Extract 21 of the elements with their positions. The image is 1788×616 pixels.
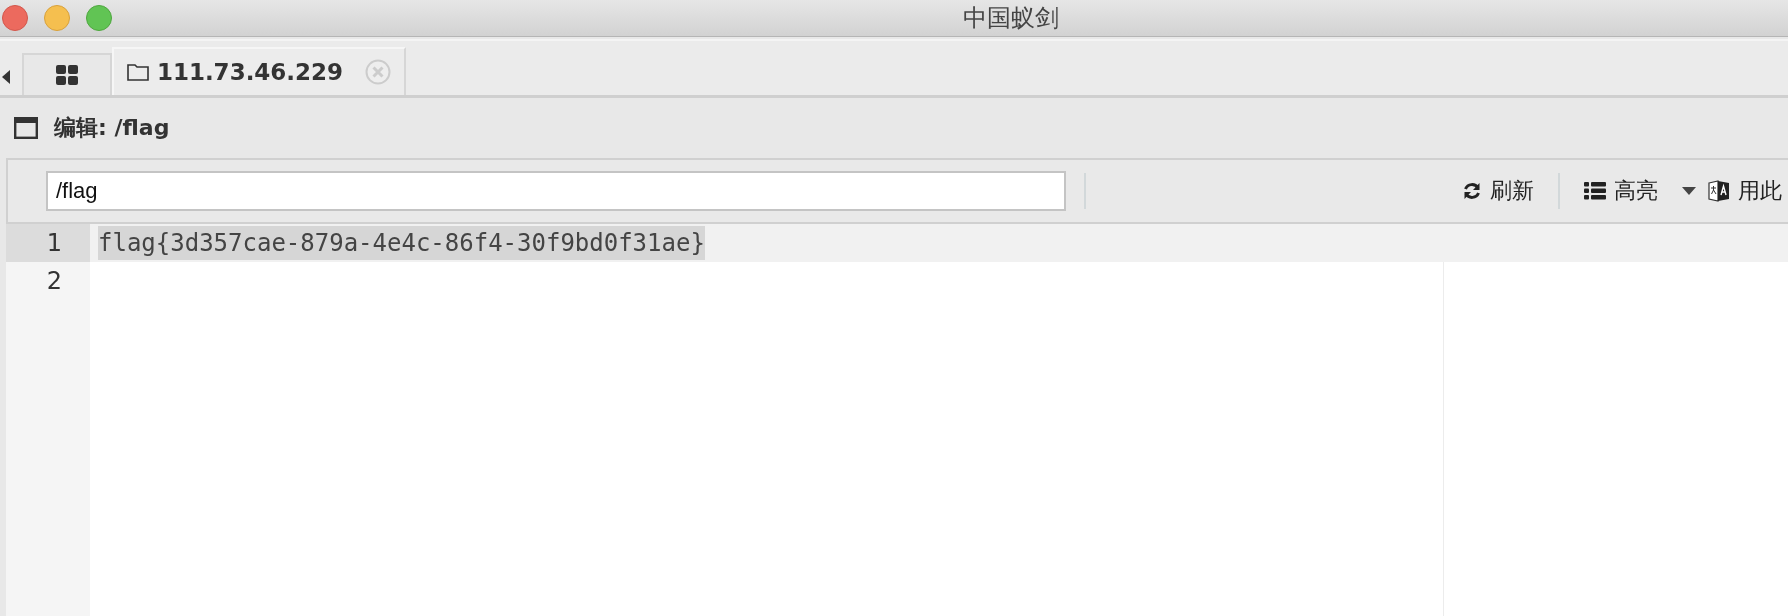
caret-icon [1682, 187, 1696, 195]
encoding-button[interactable]: 用此 [1702, 176, 1788, 206]
folder-icon [126, 63, 149, 81]
panel-title: 编辑: /flag [54, 114, 170, 142]
tab[interactable] [22, 53, 112, 95]
refresh-button[interactable]: 刷新 [1456, 176, 1540, 206]
minimize-window-button[interactable] [44, 5, 70, 31]
translate-icon [1708, 180, 1730, 202]
line-number: 2 [46, 267, 62, 295]
zoom-window-button[interactable] [86, 5, 112, 31]
list-icon [1584, 182, 1606, 200]
path-field[interactable]: /flag [46, 171, 1066, 211]
window-icon [14, 117, 38, 139]
line-number: 1 [46, 229, 62, 257]
refresh-icon [1462, 181, 1482, 201]
tab[interactable]: 111.73.46.229 [112, 47, 406, 95]
scroll-left-icon[interactable] [2, 70, 10, 84]
close-window-button[interactable] [2, 5, 28, 31]
highlight-button[interactable]: 高亮 [1578, 176, 1702, 206]
window-title: 中国蚁剑 [963, 3, 1059, 34]
grid-icon [56, 65, 78, 85]
